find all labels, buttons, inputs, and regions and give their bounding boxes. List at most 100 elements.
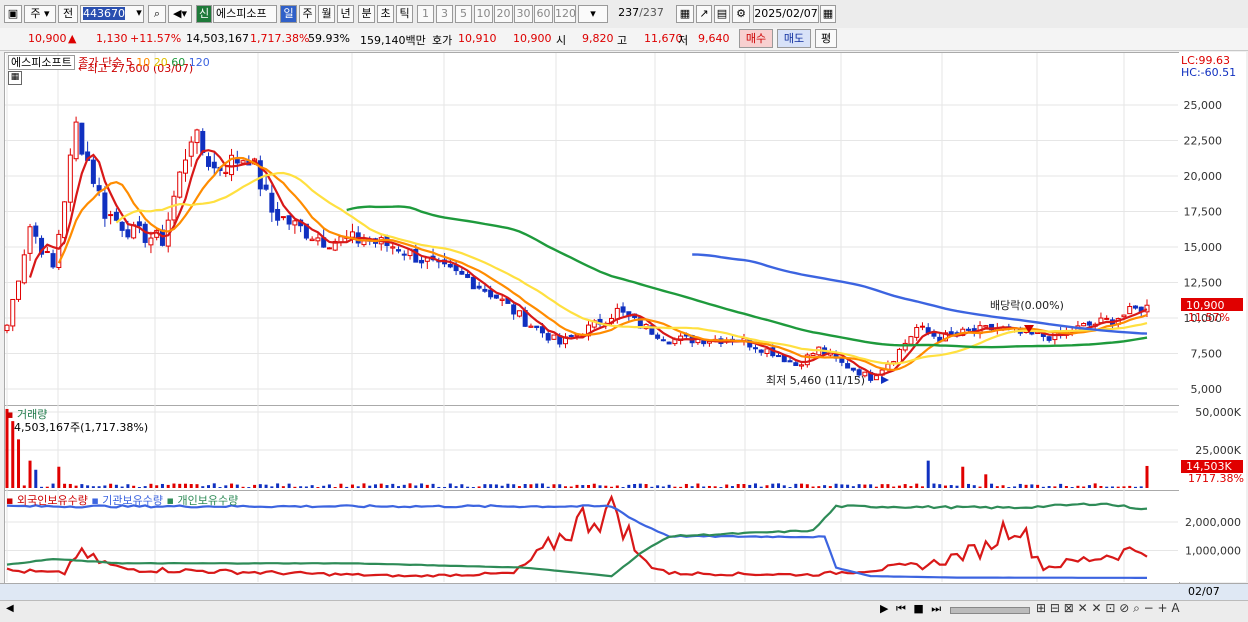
hc-label: HC:-60.51 bbox=[1181, 66, 1237, 79]
volume-bar bbox=[258, 484, 262, 488]
volume-bar bbox=[546, 486, 550, 488]
candle-body bbox=[758, 349, 764, 353]
playback-controls[interactable]: ▶ ⏮ ■ ⏭ bbox=[880, 602, 943, 616]
candle-body bbox=[873, 375, 879, 381]
volume-bar bbox=[598, 485, 602, 488]
holdings-legend-individual: 개인보유수량 bbox=[177, 494, 239, 507]
table-icon[interactable]: ▦ bbox=[8, 71, 22, 85]
volume-bar bbox=[1076, 485, 1080, 488]
candle-body bbox=[125, 229, 131, 238]
volume-bar bbox=[57, 466, 61, 488]
volume-bar bbox=[1105, 486, 1109, 488]
volume-bar bbox=[212, 483, 216, 488]
volume-bar bbox=[356, 486, 360, 488]
volume-bar bbox=[264, 484, 268, 488]
volume-bar bbox=[967, 483, 971, 488]
candle-body bbox=[182, 159, 188, 174]
candle-body bbox=[263, 184, 269, 190]
holdings-legend-foreign: 외국인보유수량 bbox=[16, 494, 88, 507]
candle-body bbox=[326, 247, 332, 250]
volume-bar bbox=[1122, 486, 1126, 488]
volume-bar bbox=[1041, 486, 1045, 488]
volume-bar bbox=[51, 483, 55, 488]
volume-bar bbox=[661, 486, 665, 488]
candle-body bbox=[50, 253, 56, 268]
volume-bar bbox=[420, 483, 424, 488]
volume-bar bbox=[742, 484, 746, 488]
volume-bar bbox=[114, 484, 118, 488]
volume-bar bbox=[517, 486, 521, 488]
volume-bar bbox=[1128, 485, 1132, 488]
ma-legend-title: 종가 단순 bbox=[78, 56, 123, 69]
candle-body bbox=[1121, 314, 1127, 318]
candle-body bbox=[269, 192, 275, 213]
scroll-left-icon[interactable]: ◀ bbox=[6, 603, 14, 614]
candle-body bbox=[516, 310, 522, 317]
candle-body bbox=[666, 341, 672, 345]
volume-bar bbox=[235, 484, 239, 488]
volume-bar bbox=[1116, 486, 1120, 488]
volume-bar bbox=[667, 484, 671, 488]
volume-bar bbox=[224, 485, 228, 488]
pct-tag-text: 11.57% bbox=[1188, 311, 1230, 324]
volume-bar bbox=[621, 487, 625, 488]
volume-bar bbox=[379, 483, 383, 488]
candle-body bbox=[914, 327, 920, 338]
volume-bar bbox=[702, 486, 706, 488]
annotation-low: 최저 5,460 (11/15) bbox=[766, 374, 865, 387]
candle-body bbox=[390, 246, 396, 249]
ma-legend-5: 5 bbox=[125, 56, 133, 69]
candle-body bbox=[79, 122, 85, 155]
volume-bar bbox=[627, 484, 631, 488]
holdings-legend: ▪ 외국인보유수량 ▪ 기관보유수량 ▪ 개인보유수량 bbox=[6, 494, 239, 507]
volume-bar bbox=[241, 486, 245, 488]
volume-bar bbox=[759, 486, 763, 488]
volume-bar bbox=[218, 487, 222, 488]
candle-body bbox=[476, 285, 482, 289]
volume-bar bbox=[103, 485, 107, 488]
volume-bar bbox=[425, 484, 429, 488]
volume-bar bbox=[247, 487, 251, 488]
volume-bar bbox=[558, 484, 562, 488]
candle-body bbox=[764, 348, 770, 354]
zoom-slider[interactable] bbox=[950, 607, 1030, 614]
volume-bar bbox=[97, 486, 101, 488]
volume-bar bbox=[63, 483, 67, 488]
volume-bar bbox=[304, 486, 308, 488]
volume-bar bbox=[753, 483, 757, 488]
volume-tick-label: 50,000K bbox=[1195, 406, 1241, 419]
candle-body bbox=[1081, 323, 1087, 327]
volume-bar bbox=[961, 466, 965, 488]
volume-bar bbox=[1064, 486, 1068, 488]
volume-bar bbox=[316, 487, 320, 488]
volume-bar bbox=[1001, 485, 1005, 488]
volume-bar bbox=[713, 486, 717, 488]
candle-body bbox=[177, 171, 183, 198]
candle-body bbox=[349, 231, 355, 238]
candle-body bbox=[620, 306, 626, 313]
holdings-line-0 bbox=[6, 494, 1148, 578]
volume-bar bbox=[299, 486, 303, 488]
candle-body bbox=[465, 273, 471, 278]
volume-bar bbox=[155, 485, 159, 488]
candle-body bbox=[90, 159, 96, 184]
volume-bar bbox=[45, 486, 49, 488]
volume-bar bbox=[489, 484, 493, 488]
candle-body bbox=[908, 336, 914, 345]
volume-bar bbox=[137, 487, 141, 488]
volume-bar bbox=[897, 485, 901, 488]
volume-bar bbox=[1145, 465, 1149, 488]
volume-bar bbox=[183, 483, 187, 488]
candle-body bbox=[10, 298, 16, 327]
candle-body bbox=[286, 215, 292, 225]
volume-bar bbox=[679, 486, 683, 488]
volume-bar bbox=[650, 486, 654, 488]
candle-body bbox=[459, 270, 465, 275]
zoom-tools[interactable]: ⊞ ⊟ ⊠ ✕ ✕ ⊡ ⊘ ⌕ − + A bbox=[1036, 601, 1180, 616]
candle-body bbox=[447, 263, 453, 268]
holdings-tick-label: 2,000,000 bbox=[1185, 516, 1241, 529]
candle-body bbox=[292, 220, 298, 226]
volume-bar bbox=[725, 484, 729, 488]
volume-bar bbox=[172, 483, 176, 488]
volume-bar bbox=[540, 483, 544, 488]
